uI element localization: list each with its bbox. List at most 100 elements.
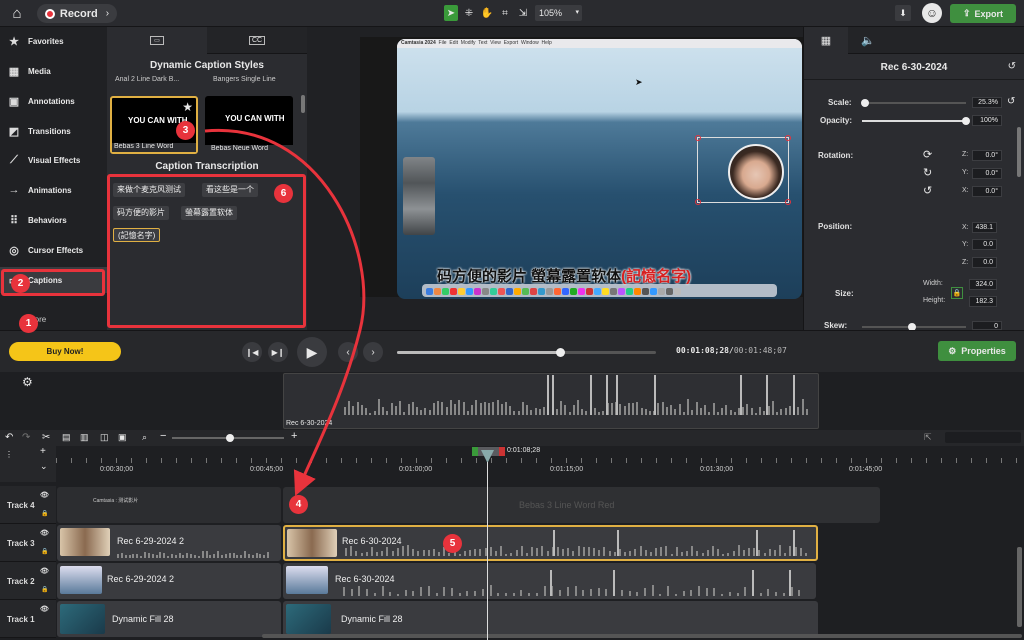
caption-clip[interactable]: Bebas 3 Line Word Red [283, 487, 880, 523]
step-back-icon[interactable]: ❙◀ [242, 342, 262, 362]
video-clip[interactable]: Rec 6-29-2024 2 [57, 563, 281, 599]
tracks-scrollbar[interactable] [1017, 547, 1022, 627]
waveform-bar [701, 553, 704, 556]
move-tool-icon[interactable]: ⁜ [462, 5, 476, 21]
waveform-bar [420, 586, 423, 596]
video-clip[interactable]: Rec 6-30-2024 [283, 563, 816, 599]
waveform-bar [665, 545, 668, 556]
skew-slider[interactable] [862, 323, 966, 331]
sidebar-item-behaviors[interactable]: ⠿ Behaviors [0, 207, 107, 233]
timeline-search[interactable] [945, 432, 1021, 443]
tab-visual-properties[interactable]: ▦ [804, 27, 848, 54]
track-header[interactable]: Track 3 👁 🔒 [0, 524, 56, 562]
download-icon[interactable]: ⬇ [895, 5, 911, 21]
zoom-select[interactable]: 105% ▾ [535, 5, 582, 21]
reset-icon[interactable]: ↺ [1007, 96, 1015, 107]
position-z-value[interactable]: 0.0 [972, 257, 997, 268]
video-clip-selected[interactable]: Rec 6-30-2024 [283, 525, 818, 561]
play-icon[interactable]: ▶ [297, 337, 327, 367]
waveform-bar [458, 553, 461, 556]
lock-aspect-icon[interactable]: 🔒 [951, 287, 963, 299]
sidebar-item-transitions[interactable]: ◩ Transitions [0, 118, 107, 144]
buy-now-button[interactable]: Buy Now! [9, 342, 121, 361]
sidebar-item-more[interactable]: More [0, 306, 107, 332]
scale-value[interactable]: 25.3% [972, 97, 1002, 108]
redo-icon[interactable]: ↷ [22, 432, 30, 443]
style-card-bebas-neue[interactable]: YOU CAN WITH Bebas Neue Word [205, 96, 293, 154]
scale-slider[interactable] [861, 99, 966, 107]
expand-icon[interactable]: ⇱ [924, 432, 932, 443]
step-forward-icon[interactable]: ▶❙ [268, 342, 288, 362]
height-value[interactable]: 182.3 [969, 296, 997, 307]
hand-tool-icon[interactable]: ✋ [480, 5, 494, 21]
tab-audio-properties[interactable]: 🔈 [848, 27, 888, 54]
waveform-bar [610, 402, 613, 415]
sidebar-item-media[interactable]: ▦ Media [0, 58, 107, 84]
zoom-in-icon[interactable]: + [291, 430, 297, 442]
timeline-zoom-slider[interactable] [172, 434, 284, 442]
export-button[interactable]: ⇪ Export [950, 4, 1016, 23]
paste-icon[interactable]: ▥ [80, 432, 89, 443]
user-avatar-icon[interactable]: ☺ [922, 3, 942, 23]
opacity-slider[interactable] [862, 117, 970, 125]
position-y-value[interactable]: 0.0 [972, 239, 997, 250]
record-button[interactable]: Record › [37, 4, 117, 23]
caption-clip[interactable]: Camtasia : 测试影片 [57, 487, 281, 523]
properties-scrollbar[interactable] [1017, 127, 1021, 177]
reset-icon[interactable]: ↺ [1008, 61, 1016, 72]
sidebar-item-visual-effects[interactable]: ⟋ Visual Effects [0, 147, 107, 173]
arrow-tool-icon[interactable]: ➤ [444, 5, 458, 21]
mini-timeline-clip[interactable]: Rec 6-30-2024 [283, 373, 819, 429]
chevron-down-icon[interactable]: ⌄ [40, 461, 48, 472]
webcam-selection-box[interactable] [695, 135, 791, 205]
zoom-out-icon[interactable]: − [160, 430, 166, 442]
sidebar-item-cursor-effects[interactable]: ◎ Cursor Effects [0, 237, 107, 263]
home-icon[interactable]: ⌂ [8, 5, 26, 22]
scrubber-bar[interactable] [397, 348, 656, 357]
track-options-icon[interactable]: ⋮ [5, 450, 13, 459]
track-header[interactable]: Track 2 👁 🔒 [0, 562, 56, 600]
rotation-x-value[interactable]: 0.0° [972, 186, 1002, 197]
next-icon[interactable]: › [363, 342, 383, 362]
skew-value[interactable]: 0 [972, 321, 1002, 330]
timeline-scrollbar[interactable] [262, 634, 1022, 638]
waveform-bar [574, 585, 577, 596]
fill-clip[interactable]: Dynamic Fill 28 [57, 601, 281, 637]
favorite-star-icon[interactable]: ★ [182, 100, 193, 114]
split-icon[interactable]: ◫ [100, 432, 109, 443]
panel-scrollbar[interactable] [301, 95, 305, 113]
cut-icon[interactable]: ✂ [42, 432, 50, 443]
copy-icon[interactable]: ▤ [62, 432, 71, 443]
properties-button[interactable]: ⚙ Properties [938, 341, 1016, 361]
eye-icon: 👁 [40, 492, 49, 499]
opacity-value[interactable]: 100% [972, 115, 1002, 126]
waveform-bar [389, 591, 392, 596]
fill-clip[interactable]: Dynamic Fill 28 [283, 601, 818, 637]
zoom-icon[interactable]: ⌕ [142, 432, 147, 443]
sidebar-item-animations[interactable]: → Animations [0, 177, 107, 203]
pan-tool-icon[interactable]: ⇲ [516, 5, 530, 21]
clip-thumbnail [287, 529, 337, 557]
add-track-icon[interactable]: + [40, 446, 46, 457]
waveform-bar [412, 591, 415, 596]
tab-dynamic-captions[interactable]: ▭ [107, 27, 207, 54]
video-clip[interactable]: Rec 6-29-2024 2 [57, 525, 281, 561]
width-value[interactable]: 324.0 [969, 279, 997, 290]
position-x-value[interactable]: 438.1 [972, 222, 997, 233]
tab-closed-captions[interactable]: CC [207, 27, 307, 54]
undo-icon[interactable]: ↶ [5, 432, 13, 443]
previous-icon[interactable]: ‹ [338, 342, 358, 362]
rotation-z-value[interactable]: 0.0° [972, 150, 1002, 161]
video-preview[interactable]: Camtasia 2024 File Edit Modify Text View… [397, 39, 802, 299]
caption-overlay[interactable]: 码方便的影片 螢幕露置软体(記憶名字) [437, 265, 691, 286]
rotation-y-value[interactable]: 0.0° [972, 168, 1002, 179]
snapshot-icon[interactable]: ▣ [118, 432, 127, 443]
crop-tool-icon[interactable]: ⌗ [498, 5, 512, 21]
track-header[interactable]: Track 4 👁 🔒 [0, 486, 56, 524]
waveform-bar [582, 547, 585, 556]
track-header[interactable]: Track 1 👁 [0, 600, 56, 638]
waveform-bar [690, 590, 693, 596]
sidebar-item-favorites[interactable]: ★ Favorites [0, 28, 107, 54]
gear-icon[interactable]: ⚙ [22, 375, 33, 389]
sidebar-item-annotations[interactable]: ▣ Annotations [0, 88, 107, 114]
